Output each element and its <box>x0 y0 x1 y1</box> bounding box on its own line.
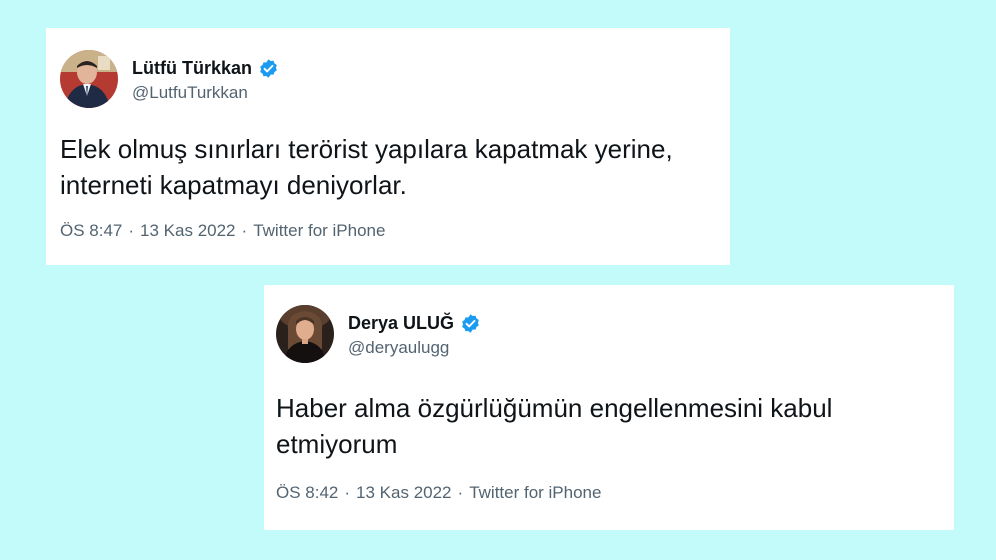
name-row: Lütfü Türkkan <box>132 55 279 81</box>
avatar[interactable] <box>60 50 118 108</box>
tweet-time[interactable]: ÖS 8:42 <box>276 483 338 503</box>
tweet-card[interactable]: Lütfü Türkkan @LutfuTurkkan Elek olmuş s… <box>46 28 730 265</box>
verified-badge-icon <box>460 313 481 334</box>
user-handle[interactable]: @LutfuTurkkan <box>132 83 279 103</box>
tweet-card[interactable]: Derya ULUĞ @deryaulugg Haber alma özgürl… <box>264 285 954 530</box>
display-name[interactable]: Derya ULUĞ <box>348 313 454 334</box>
tweet-source[interactable]: Twitter for iPhone <box>253 221 385 241</box>
user-block: Derya ULUĞ @deryaulugg <box>348 310 481 358</box>
meta-separator: · <box>457 483 464 502</box>
name-row: Derya ULUĞ <box>348 310 481 336</box>
meta-separator: · <box>128 221 135 240</box>
user-block: Lütfü Türkkan @LutfuTurkkan <box>132 55 279 103</box>
tweet-date[interactable]: 13 Kas 2022 <box>356 483 451 503</box>
collage-canvas: Lütfü Türkkan @LutfuTurkkan Elek olmuş s… <box>0 0 996 560</box>
avatar[interactable] <box>276 305 334 363</box>
tweet-meta: ÖS 8:47 · 13 Kas 2022 · Twitter for iPho… <box>60 221 385 241</box>
meta-separator: · <box>344 483 351 502</box>
tweet-text: Haber alma özgürlüğümün engellenmesini k… <box>276 393 833 459</box>
tweet-header: Derya ULUĞ @deryaulugg <box>276 305 481 363</box>
verified-badge-icon <box>258 58 279 79</box>
tweet-time[interactable]: ÖS 8:47 <box>60 221 122 241</box>
user-handle[interactable]: @deryaulugg <box>348 338 481 358</box>
tweet-text: Elek olmuş sınırları terörist yapılara k… <box>60 134 673 200</box>
tweet-date[interactable]: 13 Kas 2022 <box>140 221 235 241</box>
display-name[interactable]: Lütfü Türkkan <box>132 58 252 79</box>
tweet-source[interactable]: Twitter for iPhone <box>469 483 601 503</box>
meta-separator: · <box>241 221 248 240</box>
tweet-header: Lütfü Türkkan @LutfuTurkkan <box>60 50 279 108</box>
tweet-meta: ÖS 8:42 · 13 Kas 2022 · Twitter for iPho… <box>276 483 601 503</box>
